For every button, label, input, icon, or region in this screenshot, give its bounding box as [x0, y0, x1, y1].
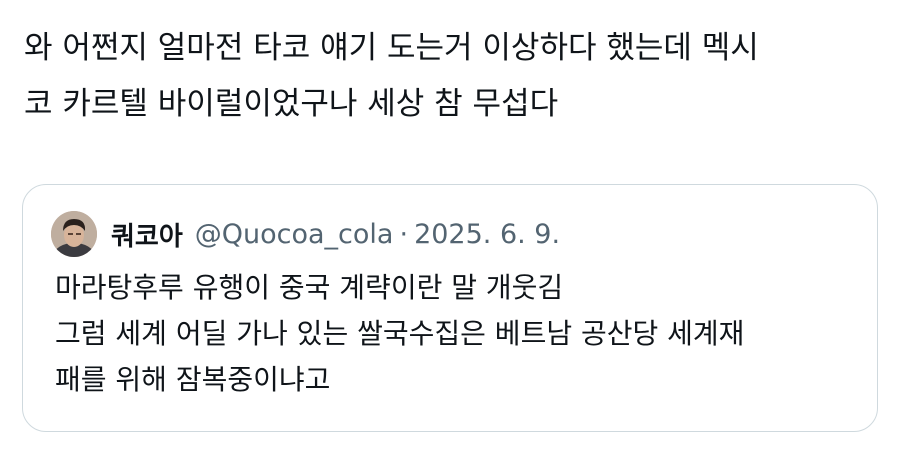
avatar-image [51, 211, 97, 257]
separator-dot: · [399, 218, 409, 250]
avatar[interactable] [51, 211, 97, 257]
quoted-tweet-card[interactable]: 쿼코아 @Quocoa_cola · 2025. 6. 9. 마라탕후루 유행이… [22, 184, 878, 432]
quoted-tweet-header: 쿼코아 @Quocoa_cola · 2025. 6. 9. [51, 211, 560, 257]
quoted-tweet-date[interactable]: 2025. 6. 9. [414, 219, 560, 250]
tweet-text: 와 어쩐지 얼마전 타코 얘기 도는거 이상하다 했는데 멕시 코 카르텔 바이… [24, 30, 759, 122]
quoted-tweet-text: 마라탕후루 유행이 중국 계략이란 말 개웃김 그럼 세계 어딜 가나 있는 쌀… [55, 271, 745, 396]
quoted-author-name[interactable]: 쿼코아 [111, 216, 183, 253]
quoted-author-handle[interactable]: @Quocoa_cola [195, 219, 394, 250]
